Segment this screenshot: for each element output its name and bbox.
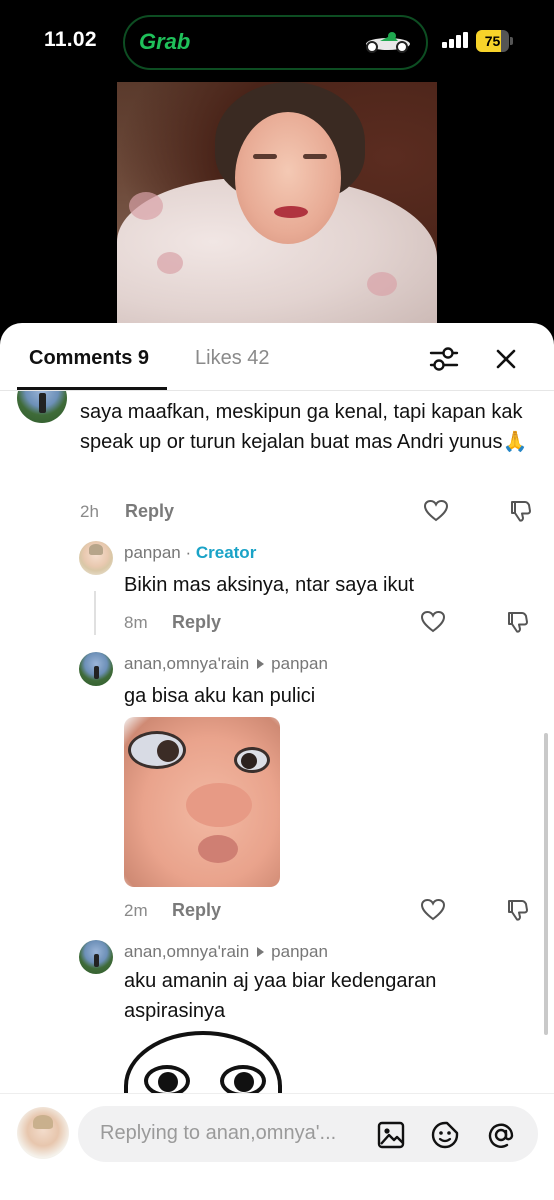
- reply-button[interactable]: Reply: [172, 612, 221, 633]
- comment-text: Bikin mas aksinya, ntar saya ikut: [124, 574, 415, 596]
- dislike-icon[interactable]: [504, 897, 530, 923]
- active-tab-indicator: [17, 387, 167, 390]
- comments-list[interactable]: saya maafkan, meskipun ga kenal, tapi ka…: [0, 391, 554, 1093]
- avatar[interactable]: [79, 652, 113, 686]
- sliders-icon[interactable]: [428, 345, 460, 373]
- reply-to-username[interactable]: panpan: [271, 942, 328, 961]
- clock: 11.02: [44, 28, 97, 51]
- separator: ·: [180, 543, 196, 562]
- reply-to-arrow-icon: [257, 947, 265, 958]
- comment-text: aku amanin aj yaa biar kedengaran aspira…: [124, 970, 437, 1022]
- sticker-icon[interactable]: [430, 1120, 460, 1150]
- heart-icon[interactable]: [420, 609, 446, 635]
- reply-input-container[interactable]: [78, 1106, 538, 1162]
- comment-author[interactable]: anan,omnya'rain panpan: [124, 654, 328, 674]
- comment-text: saya maafkan, meskipun ga kenal, tapi ka…: [80, 401, 528, 453]
- reply-bar: [0, 1093, 554, 1200]
- comments-sheet: Comments 9 Likes 42 saya maafkan, meskip…: [0, 323, 554, 1200]
- status-bar: 11.02 Grab 75: [0, 0, 554, 84]
- signal-icon: [442, 32, 468, 48]
- dislike-icon[interactable]: [507, 498, 533, 524]
- heart-icon[interactable]: [423, 498, 449, 524]
- cartoon-face-sticker[interactable]: [124, 1031, 282, 1093]
- reply-input[interactable]: [100, 1122, 360, 1145]
- mention-icon[interactable]: [486, 1120, 516, 1150]
- tab-comments[interactable]: Comments 9: [29, 347, 149, 370]
- comment-time: 2h: [80, 502, 99, 521]
- reply-button[interactable]: Reply: [125, 501, 174, 522]
- heart-icon[interactable]: [420, 897, 446, 923]
- avatar[interactable]: [79, 541, 113, 575]
- comment-text: ga bisa aku kan pulici: [124, 685, 316, 707]
- thread-line: [94, 591, 96, 635]
- avatar[interactable]: [79, 940, 113, 974]
- video-preview[interactable]: [117, 82, 437, 332]
- battery-icon: 75: [476, 30, 514, 52]
- username[interactable]: panpan: [124, 543, 181, 562]
- image-icon[interactable]: [376, 1120, 406, 1150]
- grab-logo: Grab: [139, 29, 191, 54]
- my-avatar: [17, 1107, 69, 1159]
- username[interactable]: anan,omnya'rain: [124, 654, 249, 673]
- dislike-icon[interactable]: [504, 609, 530, 635]
- battery-percent: 75: [484, 33, 501, 49]
- sheet-tabs: Comments 9 Likes 42: [0, 323, 554, 391]
- comment-time: 2m: [124, 901, 148, 920]
- avatar[interactable]: [17, 391, 67, 423]
- reply-to-username[interactable]: panpan: [271, 654, 328, 673]
- baby-face-sticker[interactable]: [124, 717, 280, 887]
- username[interactable]: anan,omnya'rain: [124, 942, 249, 961]
- grab-live-activity[interactable]: Grab: [123, 15, 428, 70]
- reply-button[interactable]: Reply: [172, 900, 221, 921]
- comment-time: 8m: [124, 613, 148, 632]
- comment-author[interactable]: panpan · Creator: [124, 543, 256, 563]
- close-icon[interactable]: [492, 345, 520, 373]
- scrollbar[interactable]: [544, 733, 548, 1035]
- tab-likes[interactable]: Likes 42: [195, 347, 270, 370]
- motorbike-icon: [366, 32, 410, 53]
- comment-author[interactable]: anan,omnya'rain panpan: [124, 942, 328, 962]
- creator-badge: Creator: [195, 543, 257, 562]
- reply-to-arrow-icon: [257, 659, 265, 670]
